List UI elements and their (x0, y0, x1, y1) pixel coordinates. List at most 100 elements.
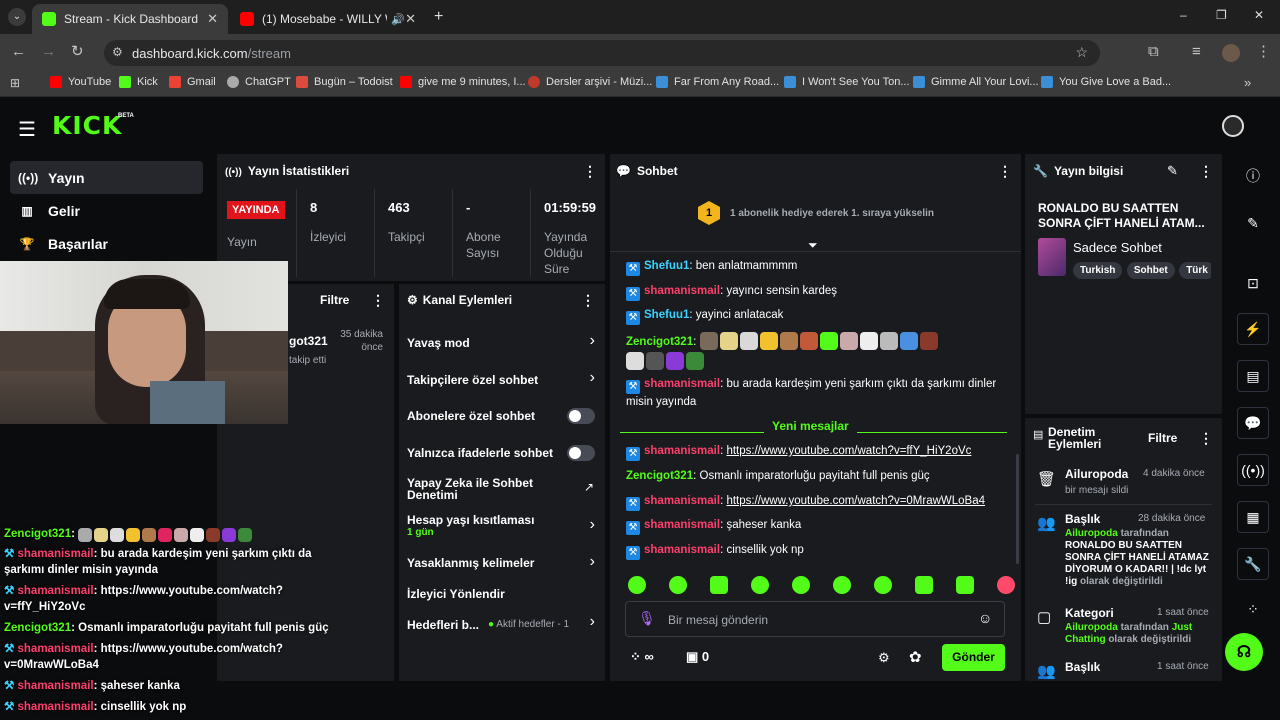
activity-menu-icon[interactable]: ⋮ (371, 292, 385, 309)
site-info-icon[interactable]: ⚙ (112, 45, 123, 59)
chevron-right-icon[interactable]: › (590, 516, 595, 534)
minimize-button[interactable]: – (1180, 8, 1187, 22)
sidebar-item-yayin[interactable]: ((•)) Yayın (10, 161, 203, 194)
chat-icon[interactable]: 💬 (1237, 407, 1269, 439)
forward-icon[interactable]: → (41, 44, 56, 60)
layout-icon[interactable]: ▦ (1237, 501, 1269, 533)
screenshot-icon[interactable]: ⊡ (1237, 267, 1269, 299)
tag[interactable]: Sohbet (1126, 262, 1175, 279)
activity-filter-button[interactable]: Filtre (320, 293, 349, 307)
emote-icon[interactable] (710, 576, 728, 594)
close-tab-icon[interactable]: ✕ (207, 11, 218, 27)
mod-log-icon[interactable]: ▤ (1237, 360, 1269, 392)
extensions-icon[interactable]: ⧉ (1148, 44, 1159, 60)
emote-icon[interactable] (751, 576, 769, 594)
edit-icon[interactable]: ✎ (1237, 207, 1269, 239)
bookmark-dersler[interactable]: Dersler arşivi - Müzi... (528, 76, 652, 88)
chat-link[interactable]: https://www.youtube.com/watch?v=0MrawWLo… (726, 495, 985, 507)
raid-row[interactable]: İzleyici Yönlendir (407, 587, 595, 601)
modlog-actor[interactable]: Ailuropoda (1065, 622, 1118, 633)
chat-username[interactable]: shamanismail (644, 519, 720, 531)
profile-avatar[interactable] (1222, 44, 1240, 62)
bookmark-song-1[interactable]: Far From Any Road... (656, 76, 779, 88)
bookmark-chatgpt[interactable]: ChatGPT (227, 76, 291, 88)
microphone-icon[interactable]: 🎙 (638, 610, 656, 627)
more-menu-icon[interactable]: ⋮ (1256, 44, 1271, 60)
chevron-right-icon[interactable]: › (590, 613, 595, 631)
emote-picker-icon[interactable]: ✿ (909, 648, 922, 666)
wrench-icon[interactable]: 🔧 (1237, 548, 1269, 580)
banned-words-row[interactable]: Yasaklanmış kelimeler (407, 556, 595, 570)
tag[interactable]: Turkish (1073, 262, 1123, 279)
chevron-right-icon[interactable]: › (590, 553, 595, 571)
info-icon[interactable]: ⓘ (1237, 160, 1269, 192)
stream-info-menu-icon[interactable]: ⋮ (1199, 163, 1213, 180)
chat-username[interactable]: Zencigot321 (626, 470, 693, 482)
chat-menu-icon[interactable]: ⋮ (998, 163, 1012, 180)
stats-menu-icon[interactable]: ⋮ (583, 163, 597, 180)
tag[interactable]: Türk (1179, 262, 1211, 279)
close-window-button[interactable]: ✕ (1254, 8, 1264, 22)
channel-actions-menu-icon[interactable]: ⋮ (581, 292, 595, 309)
emote-icon[interactable] (956, 576, 974, 594)
chat-username[interactable]: Shefuu1 (644, 260, 689, 272)
emote-icon[interactable] (915, 576, 933, 594)
emote-icon[interactable] (874, 576, 892, 594)
category-name[interactable]: Sadece Sohbet (1073, 240, 1162, 255)
chat-username[interactable]: shamanismail (644, 445, 720, 457)
external-link-icon[interactable]: ↗ (584, 480, 594, 494)
maximize-button[interactable]: ❐ (1216, 8, 1227, 22)
kick-logo[interactable]: KICK (52, 111, 122, 140)
send-button[interactable]: Gönder (942, 644, 1005, 671)
subscribers-only-toggle[interactable] (567, 408, 595, 424)
chat-username[interactable]: shamanismail (644, 495, 720, 507)
more-bookmarks-icon[interactable]: » (1244, 75, 1251, 90)
chest-counter[interactable]: ▣ 0 (686, 649, 709, 665)
chat-link[interactable]: https://www.youtube.com/watch?v=ffY_HiY2… (726, 445, 971, 457)
chevron-right-icon[interactable]: › (590, 369, 595, 387)
emote-icon[interactable] (628, 576, 646, 594)
emote-icon[interactable] (997, 576, 1015, 594)
bookmark-song-3[interactable]: Gimme All Your Lovi... (913, 76, 1039, 88)
emoji-icon[interactable]: ☺ (978, 610, 992, 626)
chat-input[interactable]: 🎙 Bir mesaj gönderin ☺ (625, 601, 1005, 637)
bookmark-star-icon[interactable]: ☆ (1075, 44, 1088, 61)
media-icon[interactable]: ≡ (1192, 44, 1201, 60)
reload-icon[interactable]: ↻ (71, 44, 84, 60)
edit-icon[interactable]: ✎ (1167, 163, 1178, 179)
modlog-menu-icon[interactable]: ⋮ (1199, 430, 1213, 447)
hamburger-menu-icon[interactable]: ☰ (18, 117, 36, 142)
support-headset-icon[interactable]: ☊ (1225, 633, 1263, 671)
modlog-filter-button[interactable]: Filtre (1148, 431, 1177, 445)
chat-scrollbar[interactable] (1016, 454, 1019, 564)
close-tab-icon[interactable]: ✕ (405, 11, 416, 27)
activity-user[interactable]: got321 (289, 334, 328, 348)
back-icon[interactable]: ← (11, 44, 26, 60)
bookmark-kick[interactable]: Kick (119, 76, 158, 88)
chat-username[interactable]: shamanismail (644, 285, 720, 297)
sidebar-item-gelir[interactable]: ▥ Gelir (10, 194, 203, 227)
chat-username[interactable]: shamanismail (644, 544, 720, 556)
chat-settings-icon[interactable]: ⚙ (878, 650, 890, 666)
address-bar[interactable]: ⚙ dashboard.kick.com/stream ☆ (104, 40, 1100, 66)
chevron-right-icon[interactable]: › (590, 332, 595, 350)
quick-actions-icon[interactable]: ⚡ (1237, 313, 1269, 345)
tab-search-button[interactable]: ⌄ (8, 8, 26, 26)
chat-username[interactable]: Zencigot321 (626, 336, 693, 348)
chat-username[interactable]: shamanismail (644, 378, 720, 390)
broadcast-icon[interactable]: ((•)) (1237, 454, 1269, 486)
tab-youtube[interactable]: (1) Mosebabe - WILLY WO 🔊 ✕ (230, 4, 426, 34)
emote-icon[interactable] (792, 576, 810, 594)
bookmark-gmail[interactable]: Gmail (169, 76, 216, 88)
bookmark-video[interactable]: give me 9 minutes, I... (400, 76, 526, 88)
gift-banner[interactable]: 1 abonelik hediye ederek 1. sıraya yükse… (730, 208, 934, 219)
modlog-user[interactable]: Ailuropoda (1065, 467, 1128, 481)
emote-icon[interactable] (833, 576, 851, 594)
audio-icon[interactable]: 🔊 (391, 13, 405, 26)
new-tab-button[interactable]: + (434, 8, 443, 26)
emotes-only-toggle[interactable] (567, 445, 595, 461)
points-icon[interactable]: ⁘ (1237, 593, 1269, 625)
emote-icon[interactable] (669, 576, 687, 594)
channel-points[interactable]: ⁘ ∞ (630, 649, 654, 665)
followers-only-row[interactable]: Takipçilere özel sohbet (407, 373, 595, 387)
